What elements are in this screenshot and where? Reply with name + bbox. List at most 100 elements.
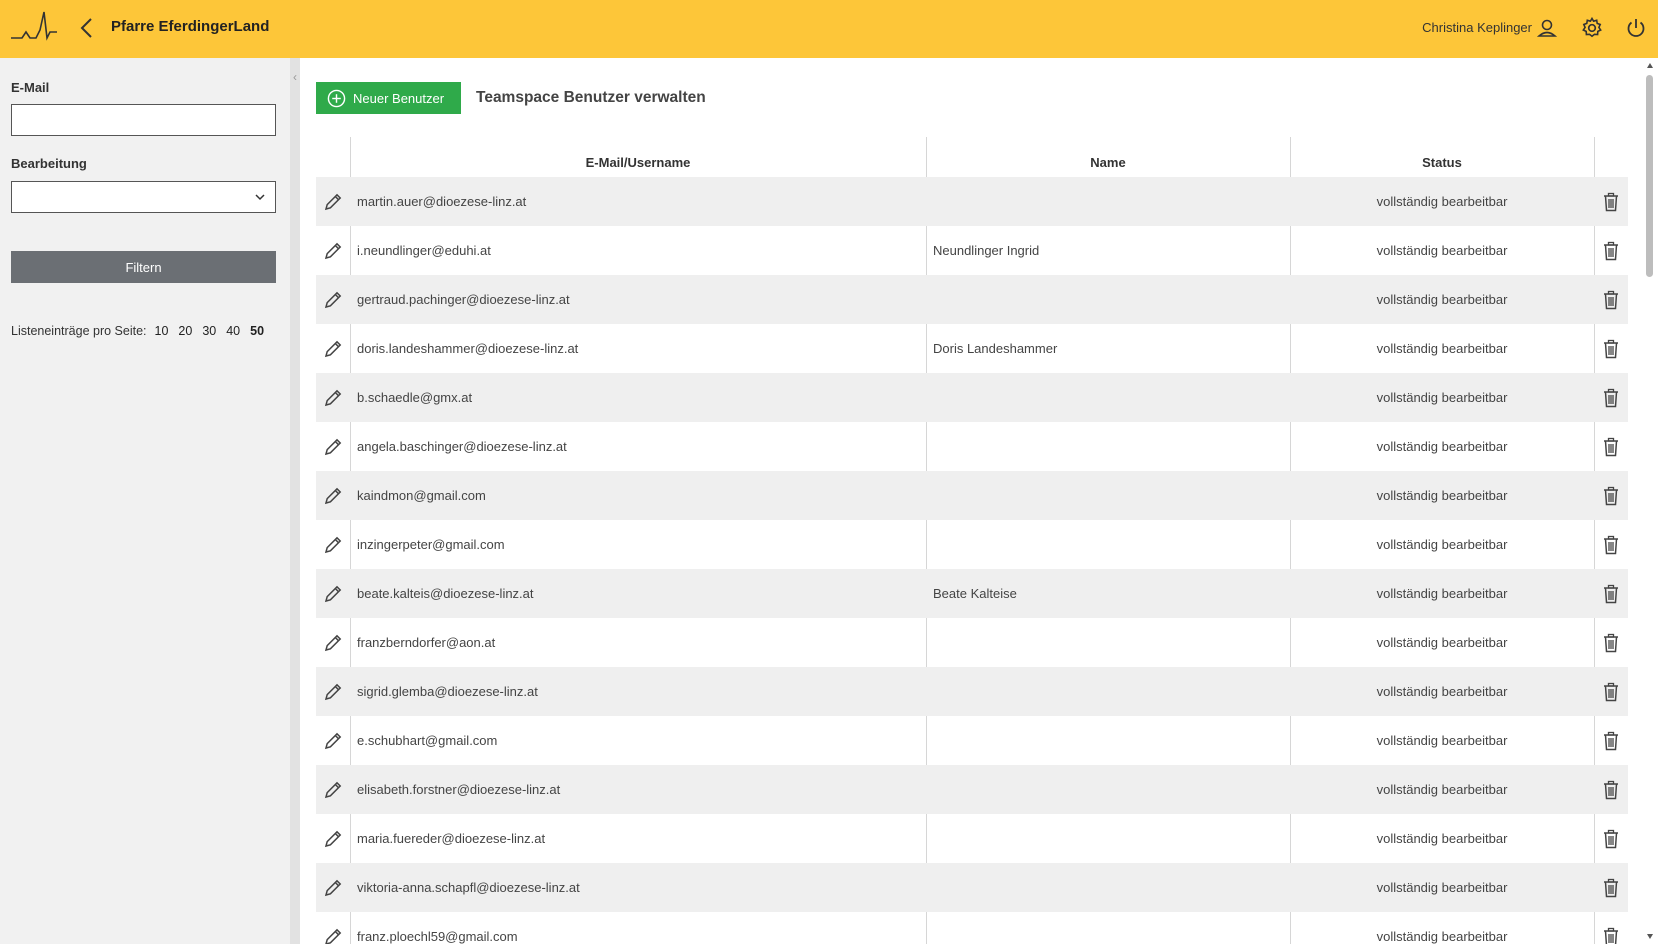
trash-icon[interactable] (1594, 618, 1628, 667)
table-row[interactable]: doris.landeshammer@dioezese-linz.at Doris… (316, 324, 1628, 373)
row-email: inzingerpeter@gmail.com (357, 537, 505, 552)
trash-icon[interactable] (1594, 324, 1628, 373)
pencil-icon[interactable] (316, 814, 350, 863)
trash-icon[interactable] (1594, 863, 1628, 912)
table-row[interactable]: viktoria-anna.schapfl@dioezese-linz.at vo… (316, 863, 1628, 912)
trash-icon[interactable] (1594, 765, 1628, 814)
row-status: vollständig bearbeitbar (1376, 831, 1508, 846)
table-row[interactable]: kaindmon@gmail.com vollständig bearbeitba… (316, 471, 1628, 520)
trash-icon[interactable] (1594, 275, 1628, 324)
collapse-sidebar-icon[interactable]: ‹ (290, 70, 300, 90)
trash-icon[interactable] (1594, 912, 1628, 944)
scroll-up-arrow-icon[interactable] (1646, 62, 1654, 70)
table-row[interactable]: elisabeth.forstner@dioezese-linz.at volls… (316, 765, 1628, 814)
column-header-name[interactable]: Name (926, 137, 1290, 177)
trash-icon[interactable] (1594, 226, 1628, 275)
row-name (926, 863, 1290, 912)
table-header: E-Mail/Username Name Status (316, 137, 1628, 177)
table-row[interactable]: gertraud.pachinger@dioezese-linz.at volls… (316, 275, 1628, 324)
scrollbar-thumb[interactable] (1646, 75, 1653, 277)
row-email: viktoria-anna.schapfl@dioezese-linz.at (357, 880, 580, 895)
table-row[interactable]: franz.ploechl59@gmail.com vollständig bea… (316, 912, 1628, 944)
pencil-icon[interactable] (316, 471, 350, 520)
pencil-icon[interactable] (316, 569, 350, 618)
table-row[interactable]: inzingerpeter@gmail.com vollständig bearb… (316, 520, 1628, 569)
pencil-icon[interactable] (316, 863, 350, 912)
scroll-down-arrow-icon[interactable] (1646, 932, 1654, 940)
email-filter-input[interactable] (11, 104, 276, 136)
pencil-icon[interactable] (316, 765, 350, 814)
table-row[interactable]: sigrid.glemba@dioezese-linz.at vollständi… (316, 667, 1628, 716)
trash-icon[interactable] (1594, 177, 1628, 226)
pencil-icon[interactable] (316, 667, 350, 716)
heartbeat-logo-icon[interactable] (10, 8, 58, 44)
row-status: vollständig bearbeitbar (1376, 782, 1508, 797)
row-email: angela.baschinger@dioezese-linz.at (357, 439, 567, 454)
trash-icon[interactable] (1594, 422, 1628, 471)
table-row[interactable]: beate.kalteis@dioezese-linz.at Beate Kalt… (316, 569, 1628, 618)
row-email: martin.auer@dioezese-linz.at (357, 194, 527, 209)
user-name[interactable]: Christina Keplinger (1422, 20, 1532, 35)
trash-icon[interactable] (1594, 569, 1628, 618)
pencil-icon[interactable] (316, 275, 350, 324)
row-name (926, 765, 1290, 814)
row-status: vollständig bearbeitbar (1376, 243, 1508, 258)
pencil-icon[interactable] (316, 716, 350, 765)
row-status: vollständig bearbeitbar (1376, 733, 1508, 748)
row-email: b.schaedle@gmx.at (357, 390, 473, 405)
pencil-icon[interactable] (316, 226, 350, 275)
email-label: E-Mail (11, 80, 50, 95)
row-status: vollständig bearbeitbar (1376, 537, 1508, 552)
trash-icon[interactable] (1594, 520, 1628, 569)
row-status: vollständig bearbeitbar (1376, 880, 1508, 895)
row-status: vollständig bearbeitbar (1376, 635, 1508, 650)
trash-icon[interactable] (1594, 667, 1628, 716)
per-page-option-10[interactable]: 10 (153, 324, 171, 338)
new-user-button[interactable]: Neuer Benutzer (316, 82, 461, 114)
table-row[interactable]: franzberndorfer@aon.at vollständig bearbe… (316, 618, 1628, 667)
trash-icon[interactable] (1594, 471, 1628, 520)
pencil-icon[interactable] (316, 177, 350, 226)
per-page-selector: Listeneinträge pro Seite: 10 20 30 40 50 (11, 324, 266, 338)
user-icon[interactable] (1535, 16, 1559, 40)
chevron-down-icon (255, 194, 265, 201)
column-header-email[interactable]: E-Mail/Username (350, 137, 926, 177)
pencil-icon[interactable] (316, 324, 350, 373)
row-email: beate.kalteis@dioezese-linz.at (357, 586, 534, 601)
per-page-option-40[interactable]: 40 (224, 324, 242, 338)
pencil-icon[interactable] (316, 618, 350, 667)
pencil-icon[interactable] (316, 912, 350, 944)
users-table: E-Mail/Username Name Status martin.auer@… (316, 137, 1628, 944)
table-row[interactable]: e.schubhart@gmail.com vollständig bearbei… (316, 716, 1628, 765)
trash-icon[interactable] (1594, 373, 1628, 422)
row-name (926, 667, 1290, 716)
new-user-label: Neuer Benutzer (353, 90, 445, 106)
row-status: vollständig bearbeitbar (1376, 929, 1508, 944)
table-row[interactable]: angela.baschinger@dioezese-linz.at vollst… (316, 422, 1628, 471)
filter-button[interactable]: Filtern (11, 251, 276, 283)
trash-icon[interactable] (1594, 716, 1628, 765)
per-page-option-50[interactable]: 50 (248, 324, 266, 338)
table-row[interactable]: i.neundlinger@eduhi.at Neundlinger Ingrid… (316, 226, 1628, 275)
per-page-option-30[interactable]: 30 (200, 324, 218, 338)
table-row[interactable]: b.schaedle@gmx.at vollständig bearbeitbar (316, 373, 1628, 422)
pencil-icon[interactable] (316, 373, 350, 422)
edit-select[interactable] (11, 181, 276, 213)
table-row[interactable]: martin.auer@dioezese-linz.at vollständig … (316, 177, 1628, 226)
row-email: franz.ploechl59@gmail.com (357, 929, 518, 944)
power-icon[interactable] (1624, 16, 1648, 40)
row-name (926, 814, 1290, 863)
pencil-icon[interactable] (316, 520, 350, 569)
row-name (926, 422, 1290, 471)
gear-icon[interactable] (1580, 16, 1604, 40)
row-status: vollständig bearbeitbar (1376, 194, 1508, 209)
column-header-status[interactable]: Status (1290, 137, 1594, 177)
per-page-option-20[interactable]: 20 (176, 324, 194, 338)
trash-icon[interactable] (1594, 814, 1628, 863)
row-name: Beate Kalteise (933, 586, 1017, 601)
table-row[interactable]: maria.fuereder@dioezese-linz.at vollständ… (316, 814, 1628, 863)
chevron-left-icon[interactable] (77, 16, 97, 40)
sidebar-divider (290, 58, 300, 944)
row-name: Neundlinger Ingrid (933, 243, 1040, 258)
pencil-icon[interactable] (316, 422, 350, 471)
